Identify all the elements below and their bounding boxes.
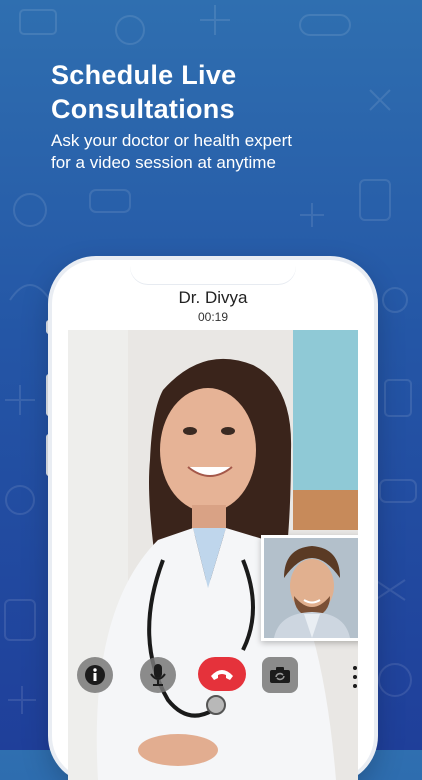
end-call-button[interactable] [198, 657, 246, 691]
self-view-video[interactable] [261, 535, 358, 641]
more-options-dot [353, 684, 357, 688]
more-options-dot [353, 666, 357, 670]
microphone-icon [150, 664, 166, 686]
caller-name: Dr. Divya [178, 288, 248, 307]
info-icon [85, 665, 105, 685]
promo-subline: Ask your doctor or health expert for a v… [51, 130, 391, 174]
promo-headline: Schedule Live Consultations [51, 58, 391, 126]
call-timer: 00:19 [197, 310, 229, 324]
microphone-button[interactable] [140, 657, 176, 693]
doctor-video-feed [68, 330, 358, 780]
self-view-illustration [264, 538, 358, 638]
more-options-dot [353, 675, 357, 679]
switch-camera-button[interactable] [262, 657, 298, 693]
phone-mockup: Dr. Divya 00:19 [52, 260, 374, 780]
headline-line-2: Consultations [51, 94, 235, 124]
switch-camera-icon [270, 667, 290, 683]
subline-line-1: Ask your doctor or health expert [51, 131, 292, 150]
headline-line-1: Schedule Live [51, 60, 237, 90]
subline-line-2: for a video session at anytime [51, 153, 276, 172]
more-options-button[interactable] [350, 666, 358, 688]
end-call-icon [211, 670, 233, 680]
phone-notch [130, 260, 296, 284]
info-button[interactable] [77, 657, 113, 693]
